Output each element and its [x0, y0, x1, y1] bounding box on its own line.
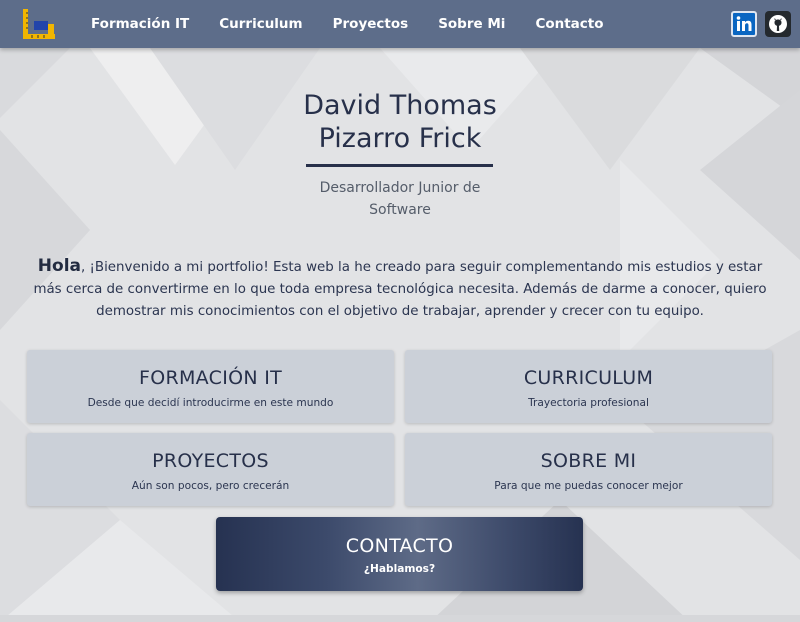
- nav-formacion-it[interactable]: Formación IT: [91, 0, 189, 48]
- page-bottom-edge: [0, 615, 800, 622]
- github-icon[interactable]: [765, 11, 791, 37]
- contact-subtitle: ¿Hablamos?: [363, 563, 436, 575]
- name-line-1: David Thomas: [303, 90, 497, 121]
- nav-links: Formación IT Curriculum Proyectos Sobre …: [91, 0, 634, 48]
- card-subtitle: Trayectoria profesional: [528, 397, 649, 409]
- intro-greeting: Hola: [37, 256, 82, 276]
- nav-curriculum[interactable]: Curriculum: [219, 0, 302, 48]
- card-title: PROYECTOS: [152, 450, 269, 472]
- card-curriculum[interactable]: CURRICULUM Trayectoria profesional: [405, 350, 772, 423]
- name-line-2: Pizarro Frick: [318, 123, 482, 154]
- contact-button[interactable]: CONTACTO ¿Hablamos?: [216, 517, 583, 591]
- intro-line-3: demostrar mis conocimientos con el objet…: [96, 304, 704, 319]
- linkedin-icon[interactable]: [731, 11, 757, 37]
- nav-proyectos[interactable]: Proyectos: [333, 0, 409, 48]
- card-title: CURRICULUM: [523, 367, 654, 389]
- card-proyectos[interactable]: PROYECTOS Aún son pocos, pero crecerán: [27, 433, 394, 506]
- card-title: FORMACIÓN IT: [138, 367, 283, 389]
- contact-title: CONTACTO: [345, 535, 454, 557]
- card-subtitle: Para que me puedas conocer mejor: [494, 480, 683, 492]
- card-sobre-mi[interactable]: SOBRE MI Para que me puedas conocer mejo…: [405, 433, 772, 506]
- intro-text: Hola, ¡Bienvenido a mi portfolio! Esta w…: [30, 255, 770, 323]
- card-formacion-it[interactable]: FORMACIÓN IT Desde que decidí introducir…: [27, 350, 394, 423]
- main-content: David Thomas Pizarro Frick Desarrollador…: [0, 48, 800, 622]
- role-line-2: Software: [369, 202, 431, 218]
- card-title: SOBRE MI: [540, 450, 637, 472]
- card-subtitle: Aún son pocos, pero crecerán: [131, 480, 290, 492]
- name-divider: [306, 164, 493, 167]
- role-line-1: Desarrollador Junior de: [319, 180, 481, 196]
- card-subtitle: Desde que decidí introducirme en este mu…: [87, 397, 334, 409]
- nav-contacto[interactable]: Contacto: [535, 0, 603, 48]
- navbar: Formación IT Curriculum Proyectos Sobre …: [0, 0, 800, 48]
- nav-sobre-mi[interactable]: Sobre Mi: [438, 0, 505, 48]
- intro-line-2: más cerca de convertirme en lo que toda …: [33, 282, 767, 297]
- intro-line-1: Hola, ¡Bienvenido a mi portfolio! Esta w…: [37, 256, 763, 276]
- logo-icon[interactable]: [20, 7, 57, 41]
